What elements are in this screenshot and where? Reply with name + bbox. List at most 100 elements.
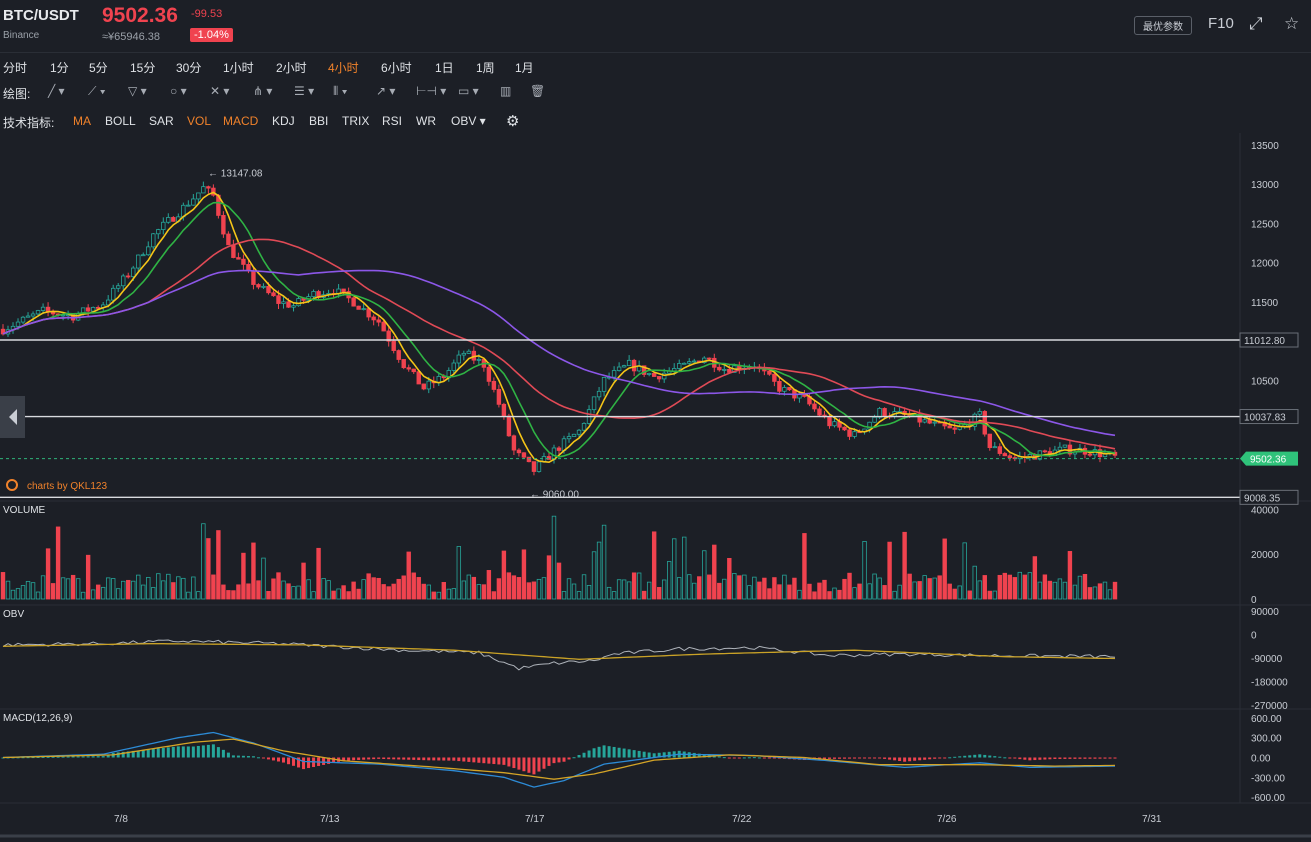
macd-hist-bar [241, 755, 245, 758]
volume-bar [75, 578, 81, 600]
f10-button[interactable]: F10 [1208, 15, 1234, 32]
volume-bar [461, 580, 467, 600]
channel-icon[interactable]: ▽ ▾ [128, 84, 147, 98]
indicator-vol[interactable]: VOL [187, 114, 211, 128]
volume-bar [656, 587, 662, 600]
macd-hist-bar [367, 757, 371, 760]
macd-hist-bar [447, 757, 451, 761]
volume-bar [466, 574, 472, 600]
macd-hist-bar [582, 752, 586, 758]
pitchfork-icon[interactable]: ⋔ ▾ [253, 84, 272, 98]
trash-icon[interactable]: 🗑 [530, 84, 545, 98]
bars-icon[interactable]: ▥ [500, 84, 511, 98]
volume-bar [742, 574, 747, 600]
macd-hist-bar [993, 756, 997, 758]
optimal-params-button[interactable]: 最优参数 [1134, 16, 1192, 35]
gann-icon[interactable]: ⦀ ▾ [333, 84, 347, 99]
timeframe-7[interactable]: 4小时 [328, 59, 359, 76]
candle-body [146, 246, 151, 256]
volume-bar [857, 583, 862, 600]
volume-bar [1057, 578, 1063, 600]
candle-body [827, 416, 832, 427]
volume-bar [346, 591, 351, 600]
macd-hist-bar [647, 752, 651, 758]
volume-bar [937, 575, 942, 600]
timeframe-0[interactable]: 分时 [3, 59, 27, 76]
arrow-icon[interactable]: ↗ ▾ [376, 84, 395, 98]
indicator-obv[interactable]: OBV ▾ [451, 114, 486, 128]
indicator-ma[interactable]: MA [73, 114, 91, 128]
volume-bar [496, 578, 502, 600]
candle-body [466, 350, 472, 354]
macd-hist-bar [562, 757, 566, 762]
timeframe-8[interactable]: 6小时 [381, 59, 412, 76]
indicator-boll[interactable]: BOLL [105, 114, 136, 128]
timeframe-4[interactable]: 30分 [176, 59, 201, 76]
macd-hist-bar [532, 757, 536, 775]
candlestick-chart[interactable]: 1350013000125001200011500110001050010000… [0, 133, 1311, 842]
indicator-settings-icon[interactable]: ⚙ [506, 112, 519, 130]
timeframe-11[interactable]: 1月 [515, 59, 534, 76]
indicator-macd[interactable]: MACD [223, 114, 258, 128]
timeframe-3[interactable]: 15分 [130, 59, 155, 76]
volume-bar [566, 578, 572, 600]
volume-bar [341, 585, 346, 600]
hline-label-2: 9008.35 [1244, 493, 1281, 504]
volume-bar [481, 584, 487, 600]
fullscreen-icon[interactable]: ⤢ [1249, 14, 1263, 34]
indicator-kdj[interactable]: KDJ [272, 114, 295, 128]
comment-icon[interactable]: ▭ ▾ [458, 84, 479, 98]
candle-body [45, 306, 51, 312]
candle-body [882, 408, 887, 417]
circle-icon[interactable]: ○ ▾ [170, 84, 187, 98]
volume-bar [972, 565, 977, 600]
volume-bar [211, 574, 216, 600]
volume-bar [236, 584, 241, 600]
indicator-trix[interactable]: TRIX [342, 114, 369, 128]
cross-icon[interactable]: ✕ ▾ [210, 84, 229, 98]
macd-hist-bar [377, 757, 381, 759]
measure-icon[interactable]: ⊢⊣ ▾ [416, 84, 446, 98]
macd-hist-bar [933, 757, 937, 759]
obv-title: OBV [3, 609, 24, 620]
volume-bar [631, 572, 637, 600]
macd-hist-bar [1018, 757, 1022, 760]
indicator-bbi[interactable]: BBI [309, 114, 328, 128]
macd-hist-bar [722, 757, 726, 759]
timeframe-6[interactable]: 2小时 [276, 59, 307, 76]
candle-body [166, 217, 171, 223]
volume-bar [15, 588, 21, 600]
indicator-sar[interactable]: SAR [149, 114, 174, 128]
macd-hist-bar [196, 745, 200, 758]
volume-bar [20, 585, 26, 600]
macd-hist-bar [206, 744, 210, 758]
volume-bar [291, 586, 296, 600]
volume-bar [426, 584, 431, 600]
timeframe-10[interactable]: 1周 [476, 59, 495, 76]
line-icon[interactable]: ╱ ▾ [48, 84, 65, 98]
fib-icon[interactable]: ☰ ▾ [294, 84, 314, 98]
indicator-wr[interactable]: WR [416, 114, 436, 128]
star-icon[interactable]: ☆ [1284, 14, 1299, 34]
macd-hist-bar [271, 757, 275, 761]
obv-ma-line [2, 642, 1116, 660]
volume-bar [271, 578, 276, 600]
macd-hist-bar [627, 749, 631, 758]
timeframe-9[interactable]: 1日 [435, 59, 454, 76]
candle-body [777, 380, 782, 392]
macd-hist-bar [587, 750, 591, 758]
candle-body [707, 357, 712, 360]
macd-hist-bar [988, 755, 992, 758]
macd-hist-bar [1078, 757, 1082, 759]
timeframe-2[interactable]: 5分 [89, 59, 108, 76]
indicator-rsi[interactable]: RSI [382, 114, 402, 128]
volume-bar [181, 577, 186, 600]
candle-body [596, 390, 602, 398]
volume-bar [156, 573, 161, 600]
timeframe-5[interactable]: 1小时 [223, 59, 254, 76]
ray-icon[interactable]: ⟋ ▾ [88, 84, 106, 99]
timeframe-1[interactable]: 1分 [50, 59, 69, 76]
macd-hist-bar [557, 757, 561, 763]
volume-bar [191, 576, 196, 600]
macd-hist-bar [201, 745, 205, 758]
